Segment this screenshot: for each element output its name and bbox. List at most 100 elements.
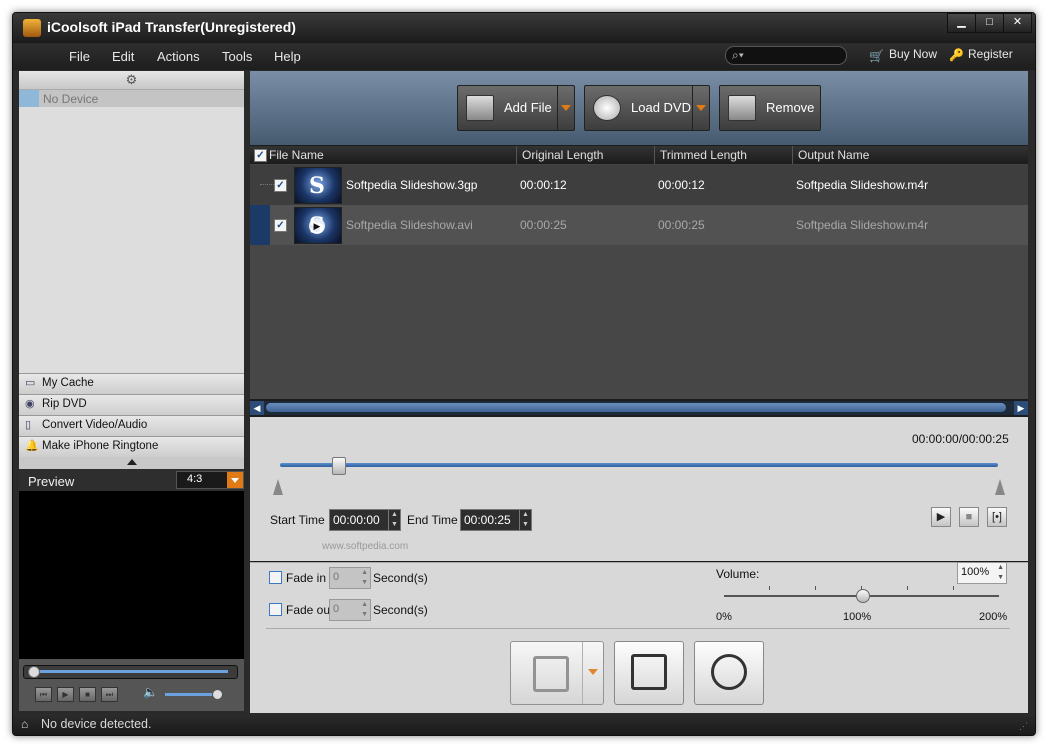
menu-edit[interactable]: Edit (112, 49, 134, 64)
play-icon[interactable]: ▶ (931, 507, 951, 527)
maximize-button[interactable]: □ (975, 13, 1004, 33)
sidebar-item-my-cache[interactable]: ▭ My Cache (19, 373, 244, 394)
preview-volume-track[interactable] (165, 693, 217, 696)
search-input[interactable]: ⌕▾ (725, 46, 847, 65)
cell-original-length: 00:00:25 (520, 218, 567, 232)
add-file-button[interactable]: Add File (457, 85, 575, 131)
add-file-dropdown[interactable] (557, 86, 574, 130)
play-overlay-icon[interactable]: ▶ (309, 218, 325, 234)
transfer-dropdown[interactable] (582, 642, 603, 704)
add-file-label: Add File (504, 100, 552, 115)
horizontal-scrollbar[interactable]: ◀ ▶ (250, 401, 1028, 415)
stop-icon[interactable]: ■ (959, 507, 979, 527)
seek-knob[interactable] (28, 666, 40, 678)
start-marker-icon[interactable] (273, 479, 283, 495)
row-checkbox[interactable]: ✓ (274, 219, 287, 232)
remove-button[interactable]: Remove (719, 85, 821, 131)
sidebar-item-rip-dvd[interactable]: ◉ Rip DVD (19, 394, 244, 415)
cell-output-name[interactable]: Softpedia Slideshow.m4r (796, 218, 928, 232)
resize-grip-icon[interactable]: ⋰ (1019, 721, 1028, 732)
status-text: No device detected. (41, 717, 152, 731)
fade-in-checkbox[interactable] (269, 571, 282, 584)
start-time-input[interactable]: 00:00:00 ▲ ▼ (329, 509, 401, 531)
table-row[interactable]: ✓ S ▶ Softpedia Slideshow.avi 00:00:25 0… (250, 205, 1028, 245)
fade-out-input[interactable]: 0 ▲ ▼ (329, 599, 371, 621)
minimize-button[interactable]: ▁ (947, 13, 976, 33)
row-checkbox[interactable]: ✓ (274, 179, 287, 192)
close-button[interactable]: ✕ (1003, 13, 1032, 33)
divider (266, 628, 1010, 629)
cell-output-name[interactable]: Softpedia Slideshow.m4r (796, 178, 928, 192)
cell-file-name: Softpedia Slideshow.avi (346, 218, 473, 232)
menu-file[interactable]: File (69, 49, 90, 64)
header-original-length[interactable]: Original Length (522, 148, 603, 162)
volume-spinner[interactable]: ▲ ▼ (997, 563, 1004, 583)
fade-out-value: 0 (333, 603, 340, 615)
file-table: ✓ S Softpedia Slideshow.3gp 00:00:12 00:… (250, 165, 1028, 399)
sidebar-item-label: Rip DVD (42, 398, 87, 410)
load-dvd-dropdown[interactable] (692, 86, 709, 130)
aspect-ratio-select[interactable]: 4:3 (176, 471, 244, 489)
menu-help[interactable]: Help (274, 49, 301, 64)
fade-in-spinner[interactable]: ▲ ▼ (361, 568, 368, 588)
header-trimmed-length[interactable]: Trimmed Length (660, 148, 747, 162)
device-row[interactable]: No Device (19, 90, 244, 107)
select-all-checkbox[interactable]: ✓ (254, 149, 267, 162)
export-to-itunes-button[interactable] (694, 641, 764, 705)
prev-icon[interactable]: ⏮ (35, 687, 52, 702)
header-file-name[interactable]: File Name (269, 148, 324, 162)
trim-slider-track[interactable] (280, 463, 998, 467)
volume-input[interactable]: 100% ▲ ▼ (957, 562, 1007, 584)
dropdown-arrow-icon[interactable] (227, 472, 243, 488)
register-link[interactable]: Register (968, 47, 1013, 61)
end-time-input[interactable]: 00:00:25 ▲ ▼ (460, 509, 532, 531)
volume-slider-knob[interactable] (856, 589, 870, 603)
collapse-arrow-icon[interactable] (127, 459, 137, 465)
collapse-bar[interactable] (19, 457, 244, 469)
stop-icon[interactable]: ■ (79, 687, 96, 702)
settings-gear-bar[interactable]: ⚙ (19, 71, 244, 90)
end-marker-icon[interactable] (995, 479, 1005, 495)
sidebar-item-convert[interactable]: ▯ Convert Video/Audio (19, 415, 244, 436)
cart-icon: 🛒 (869, 49, 884, 63)
trim-slider-knob[interactable] (332, 457, 346, 475)
end-time-spinner[interactable]: ▲ ▼ (519, 510, 531, 530)
sidebar-item-label: My Cache (42, 377, 94, 389)
fade-out-checkbox[interactable] (269, 603, 282, 616)
fit-icon[interactable]: [•] (987, 507, 1007, 527)
gear-icon[interactable]: ⚙ (126, 72, 138, 87)
scroll-right-icon[interactable]: ▶ (1014, 401, 1028, 415)
preview-screen (19, 491, 244, 659)
header-separator (654, 146, 655, 164)
start-time-spinner[interactable]: ▲ ▼ (388, 510, 400, 530)
fade-in-input[interactable]: 0 ▲ ▼ (329, 567, 371, 589)
scroll-left-icon[interactable]: ◀ (250, 401, 264, 415)
dvd-disc-icon (593, 95, 621, 121)
export-to-pc-button[interactable] (614, 641, 684, 705)
load-dvd-label: Load DVD (631, 100, 691, 115)
scroll-thumb[interactable] (266, 403, 1006, 412)
time-readout: 00:00:00/00:00:25 (912, 432, 1009, 446)
preview-volume-knob[interactable] (211, 689, 223, 700)
key-icon: 🔑 (949, 48, 964, 62)
dropdown-arrow-icon[interactable] (588, 669, 598, 675)
next-icon[interactable]: ⏭ (101, 687, 118, 702)
fade-in-value: 0 (333, 571, 340, 583)
table-row[interactable]: ✓ S Softpedia Slideshow.3gp 00:00:12 00:… (250, 165, 1028, 206)
sidebar-item-ringtone[interactable]: 🔔 Make iPhone Ringtone (19, 436, 244, 457)
fade-out-spinner[interactable]: ▲ ▼ (361, 600, 368, 620)
title-bar: iCoolsoft iPad Transfer(Unregistered) ▁ … (13, 13, 1035, 43)
selection-marker (250, 205, 270, 245)
preview-seek-bar[interactable] (23, 665, 238, 679)
main-area: Add File Load DVD Remove ✓ File Name Ori… (250, 71, 1028, 713)
app-icon (23, 19, 41, 37)
menu-tools[interactable]: Tools (222, 49, 252, 64)
load-dvd-button[interactable]: Load DVD (584, 85, 710, 131)
play-icon[interactable]: ▶ (57, 687, 74, 702)
buy-now-link[interactable]: Buy Now (889, 47, 937, 61)
menu-actions[interactable]: Actions (157, 49, 200, 64)
transfer-to-device-button[interactable] (510, 641, 604, 705)
speaker-icon[interactable]: 🔈 (143, 685, 158, 699)
header-output-name[interactable]: Output Name (798, 148, 869, 162)
preview-label: Preview (28, 474, 75, 489)
